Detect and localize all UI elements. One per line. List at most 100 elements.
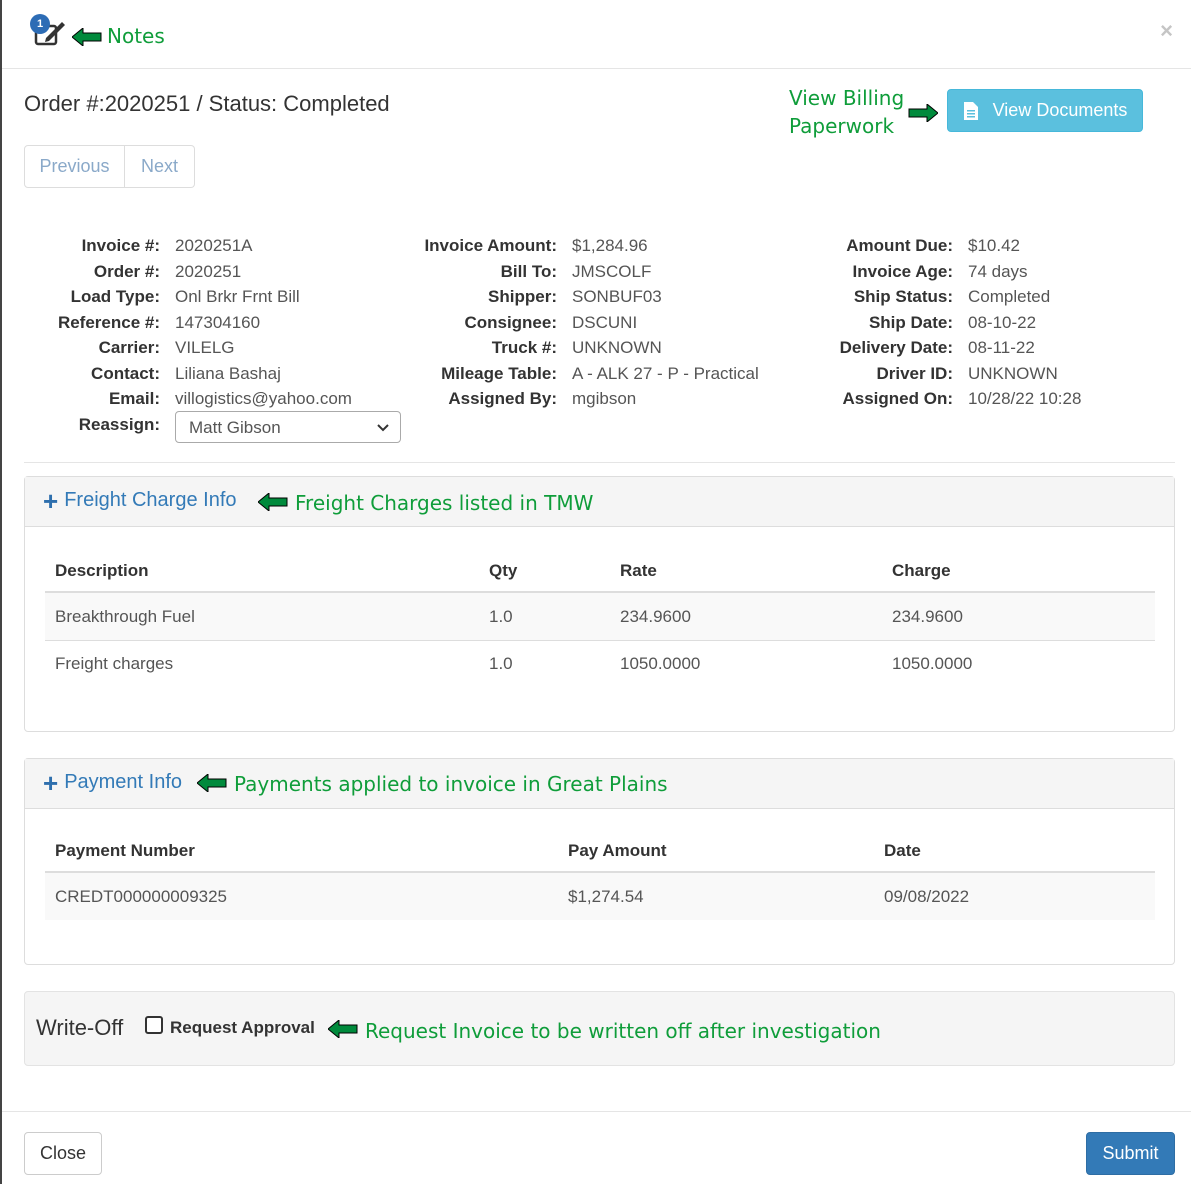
- reference-number-value: 147304160: [175, 313, 261, 332]
- view-billing-annotation-line2: Paperwork: [789, 114, 895, 138]
- truck-number-label: Truck #:: [491, 338, 557, 357]
- reassign-selected-value: Matt Gibson: [189, 418, 281, 437]
- payment-row-1-amount: $1,274.54: [568, 887, 644, 906]
- freight-header-charge: Charge: [892, 561, 951, 580]
- plus-icon: +: [43, 767, 59, 798]
- view-billing-annotation-line1: View Billing: [789, 86, 905, 110]
- payment-annotation: Payments applied to invoice in Great Pla…: [234, 772, 668, 796]
- previous-button[interactable]: Previous: [24, 145, 125, 188]
- ship-date-value: 08-10-22: [968, 313, 1037, 332]
- request-approval-label[interactable]: Request Approval: [170, 1018, 315, 1038]
- invoice-amount-label: Invoice Amount:: [424, 236, 557, 255]
- truck-number-value: UNKNOWN: [572, 338, 662, 357]
- annotation-arrow-icon: [72, 28, 102, 46]
- invoice-number-value: 2020251A: [175, 236, 253, 255]
- view-documents-button[interactable]: View Documents: [947, 89, 1143, 132]
- assigned-by-value: mgibson: [572, 389, 637, 408]
- assigned-on-value: 10/28/22 10:28: [968, 389, 1082, 408]
- freight-row-1-rate: 234.9600: [620, 607, 691, 626]
- amount-due-label: Amount Due:: [846, 236, 953, 255]
- ship-status-value: Completed: [968, 287, 1051, 306]
- delivery-date-value: 08-11-22: [968, 338, 1035, 357]
- assigned-by-label: Assigned By:: [448, 389, 557, 408]
- bill-to-value: JMSCOLF: [572, 262, 652, 281]
- notes-annotation: Notes: [107, 24, 165, 48]
- invoice-amount-value: $1,284.96: [572, 236, 648, 255]
- submit-button[interactable]: Submit: [1086, 1132, 1175, 1175]
- consignee-label: Consignee:: [464, 313, 557, 332]
- mileage-table-value: A - ALK 27 - P - Practical: [572, 364, 759, 383]
- order-number-value: 2020251: [175, 262, 242, 281]
- freight-panel-title-text: Freight Charge Info: [64, 489, 237, 511]
- freight-row-2-qty: 1.0: [489, 654, 513, 673]
- ship-status-label: Ship Status:: [853, 287, 953, 306]
- freight-row-1-qty: 1.0: [489, 607, 513, 626]
- reference-number-label: Reference #:: [57, 313, 160, 332]
- payment-header-number: Payment Number: [55, 841, 195, 860]
- chevron-down-icon: [377, 424, 389, 432]
- consignee-value: DSCUNI: [572, 313, 638, 332]
- payment-row-1-date: 09/08/2022: [884, 887, 970, 906]
- freight-row-1-description: Breakthrough Fuel: [55, 607, 195, 626]
- freight-row-2-rate: 1050.0000: [620, 654, 701, 673]
- freight-annotation: Freight Charges listed in TMW: [295, 491, 594, 515]
- payment-panel-title[interactable]: + Payment Info: [43, 767, 183, 798]
- contact-label: Contact:: [91, 364, 160, 383]
- table-row-divider: [45, 640, 1155, 641]
- freight-panel-title[interactable]: + Freight Charge Info: [43, 485, 237, 516]
- carrier-value: VILELG: [175, 338, 235, 357]
- section-divider: [24, 462, 1175, 463]
- pager: Previous Next: [24, 145, 195, 188]
- assigned-on-label: Assigned On:: [842, 389, 953, 408]
- notes-count-badge: 1: [30, 14, 50, 34]
- delivery-date-label: Delivery Date:: [839, 338, 953, 357]
- payment-row-1-number: CREDT000000009325: [55, 887, 228, 906]
- invoice-age-label: Invoice Age:: [852, 262, 953, 281]
- page-title: Order #:2020251 / Status: Completed: [24, 91, 390, 116]
- driver-id-label: Driver ID:: [876, 364, 953, 383]
- invoice-age-value: 74 days: [968, 262, 1028, 281]
- bill-to-label: Bill To:: [500, 262, 557, 281]
- shipper-label: Shipper:: [488, 287, 557, 306]
- carrier-label: Carrier:: [98, 338, 160, 357]
- payment-header-date: Date: [884, 841, 921, 860]
- freight-charge-panel: + Freight Charge Info Description Qty Ra…: [24, 476, 1175, 732]
- freight-header-qty: Qty: [489, 561, 518, 580]
- mileage-table-label: Mileage Table:: [441, 364, 557, 383]
- order-number-label: Order #:: [93, 262, 160, 281]
- view-documents-label: View Documents: [992, 100, 1128, 120]
- load-type-value: Onl Brkr Frnt Bill: [175, 287, 300, 306]
- freight-panel-header[interactable]: + Freight Charge Info: [25, 477, 1174, 527]
- close-icon[interactable]: ×: [1160, 18, 1173, 44]
- annotation-arrow-icon: [328, 1020, 358, 1038]
- table-row: [45, 593, 1155, 640]
- annotation-arrow-icon: [908, 104, 938, 122]
- annotation-arrow-icon: [197, 774, 227, 792]
- ship-date-label: Ship Date:: [868, 313, 953, 332]
- amount-due-value: $10.42: [968, 236, 1020, 255]
- payment-header-amount: Pay Amount: [568, 841, 667, 860]
- footer-divider: [2, 1111, 1191, 1112]
- email-value: villogistics@yahoo.com: [175, 389, 352, 408]
- next-button[interactable]: Next: [125, 145, 195, 188]
- document-icon: [963, 101, 978, 120]
- freight-row-2-description: Freight charges: [55, 654, 174, 673]
- reassign-select[interactable]: Matt Gibson: [175, 411, 401, 443]
- plus-icon: +: [43, 485, 59, 516]
- invoice-number-label: Invoice #:: [81, 236, 160, 255]
- write-off-label: Write-Off: [36, 1015, 124, 1040]
- request-approval-checkbox[interactable]: [145, 1016, 163, 1034]
- payment-panel-title-text: Payment Info: [64, 771, 183, 793]
- freight-row-1-charge: 234.9600: [892, 607, 963, 626]
- shipper-value: SONBUF03: [572, 287, 662, 306]
- reassign-label: Reassign:: [78, 415, 160, 434]
- header-divider: [2, 68, 1191, 69]
- freight-header-description: Description: [55, 561, 149, 580]
- write-off-annotation: Request Invoice to be written off after …: [365, 1019, 881, 1043]
- load-type-label: Load Type:: [70, 287, 160, 306]
- close-button[interactable]: Close: [24, 1132, 102, 1175]
- driver-id-value: UNKNOWN: [968, 364, 1058, 383]
- email-label: Email:: [108, 389, 160, 408]
- contact-value: Liliana Bashaj: [175, 364, 281, 383]
- order-modal: 1 Notes × Order #:2020251 / Status: Comp…: [0, 0, 1191, 1184]
